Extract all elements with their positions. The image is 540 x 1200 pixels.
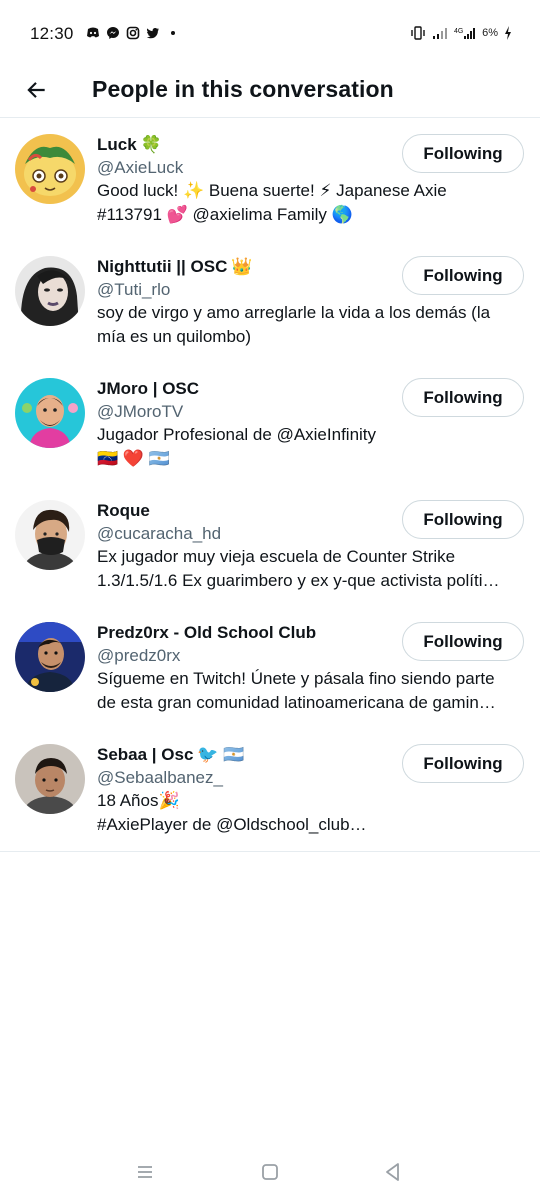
- user-bio: Good luck! ✨ Buena suerte! ⚡ Japanese Ax…: [97, 179, 529, 227]
- vibrate-icon: [411, 26, 425, 40]
- list-item[interactable]: Roque @cucaracha_hd Ex jugador muy vieja…: [0, 485, 540, 607]
- status-bar: 12:30 4G 6%: [0, 0, 540, 66]
- bio-line: #AxiePlayer de @Oldschool_club…: [97, 815, 367, 834]
- avatar[interactable]: [15, 256, 85, 326]
- avatar[interactable]: [15, 500, 85, 570]
- name-emoji: 🐦 🇦🇷: [197, 745, 245, 764]
- avatar[interactable]: [15, 622, 85, 692]
- following-button[interactable]: Following: [402, 378, 524, 417]
- avatar[interactable]: [15, 378, 85, 448]
- user-handle[interactable]: @predz0rx: [97, 645, 397, 667]
- list-item[interactable]: Nighttutii || OSC 👑 @Tuti_rlo soy de virg…: [0, 241, 540, 363]
- bio-line: mía es un quilombo): [97, 327, 252, 346]
- bio-line: de esta gran comunidad latinoamericana d…: [97, 693, 496, 712]
- back-arrow-icon: [27, 81, 45, 98]
- bio-line: 🇻🇪 ❤️ 🇦🇷: [97, 449, 170, 468]
- following-button[interactable]: Following: [402, 256, 524, 295]
- user-bio: Jugador Profesional de @AxieInfinity 🇻🇪 …: [97, 423, 529, 471]
- page-title: People in this conversation: [92, 76, 394, 102]
- bio-line: 18 Años🎉: [97, 791, 180, 810]
- list-item[interactable]: Predz0rx - Old School Club @predz0rx Síg…: [0, 607, 540, 729]
- following-button[interactable]: Following: [402, 622, 524, 661]
- twitter-icon: [146, 28, 159, 39]
- following-button[interactable]: Following: [402, 134, 524, 173]
- instagram-icon: [126, 26, 140, 40]
- user-handle[interactable]: @cucaracha_hd: [97, 523, 397, 545]
- display-name[interactable]: Sebaa | Osc: [97, 743, 193, 767]
- avatar[interactable]: [15, 744, 85, 814]
- svg-text:4G: 4G: [454, 28, 463, 35]
- home-square-icon[interactable]: [258, 1160, 282, 1184]
- back-triangle-icon[interactable]: [381, 1160, 405, 1184]
- menu-icon[interactable]: [133, 1160, 157, 1184]
- signal-icon: [433, 28, 448, 39]
- system-status-icons: 4G 6%: [410, 26, 512, 40]
- page-header: People in this conversation: [0, 62, 540, 118]
- name-emoji: 🍀: [140, 135, 162, 154]
- list-item[interactable]: Sebaa | Osc 🐦 🇦🇷 @Sebaalbanez_ 18 Años🎉 #…: [0, 729, 540, 851]
- discord-icon: [87, 27, 99, 38]
- user-handle[interactable]: @AxieLuck: [97, 157, 397, 179]
- system-nav-bar: [0, 1144, 540, 1200]
- bio-line: soy de virgo y amo arreglarle la vida a …: [97, 303, 491, 322]
- battery-percent: 6%: [482, 27, 498, 39]
- avatar[interactable]: [15, 134, 85, 204]
- bio-line: Sígueme en Twitch! Únete y pásala fino s…: [97, 669, 495, 688]
- bio-line: Good luck! ✨ Buena suerte! ⚡ Japanese Ax…: [97, 181, 447, 200]
- user-handle[interactable]: @Tuti_rlo: [97, 279, 397, 301]
- bio-line: #113791 💕 @axielima Family 🌎: [97, 205, 353, 224]
- notification-icons: [86, 26, 180, 40]
- display-name[interactable]: Roque: [97, 499, 150, 523]
- list-item[interactable]: JMoro | OSC @JMoroTV Jugador Profesional…: [0, 363, 540, 485]
- display-name[interactable]: Predz0rx - Old School Club: [97, 621, 316, 645]
- display-name[interactable]: JMoro | OSC: [97, 377, 199, 401]
- messenger-icon: [107, 27, 119, 39]
- back-button[interactable]: [14, 68, 58, 112]
- user-handle[interactable]: @Sebaalbanez_: [97, 767, 397, 789]
- people-list: Luck 🍀 @AxieLuck Good luck! ✨ Buena suert…: [0, 119, 540, 852]
- following-button[interactable]: Following: [402, 744, 524, 783]
- status-time: 12:30: [30, 24, 74, 43]
- display-name[interactable]: Nighttutii || OSC: [97, 255, 227, 279]
- list-item[interactable]: Luck 🍀 @AxieLuck Good luck! ✨ Buena suert…: [0, 119, 540, 241]
- bio-line: Jugador Profesional de @AxieInfinity: [97, 425, 377, 444]
- user-bio: soy de virgo y amo arreglarle la vida a …: [97, 301, 529, 349]
- following-button[interactable]: Following: [402, 500, 524, 539]
- 4g-signal-icon: 4G: [454, 28, 476, 39]
- user-handle[interactable]: @JMoroTV: [97, 401, 397, 423]
- display-name[interactable]: Luck: [97, 133, 137, 157]
- bio-line: 1.3/1.5/1.6 Ex guarimbero y ex y-que act…: [97, 571, 500, 590]
- user-bio: 18 Años🎉 #AxiePlayer de @Oldschool_club…: [97, 789, 529, 837]
- name-emoji: 👑: [231, 257, 253, 276]
- dot-icon: [171, 31, 175, 35]
- charging-icon: [505, 26, 511, 40]
- bio-line: Ex jugador muy vieja escuela de Counter …: [97, 547, 456, 566]
- user-bio: Ex jugador muy vieja escuela de Counter …: [97, 545, 529, 593]
- user-bio: Sígueme en Twitch! Únete y pásala fino s…: [97, 667, 529, 715]
